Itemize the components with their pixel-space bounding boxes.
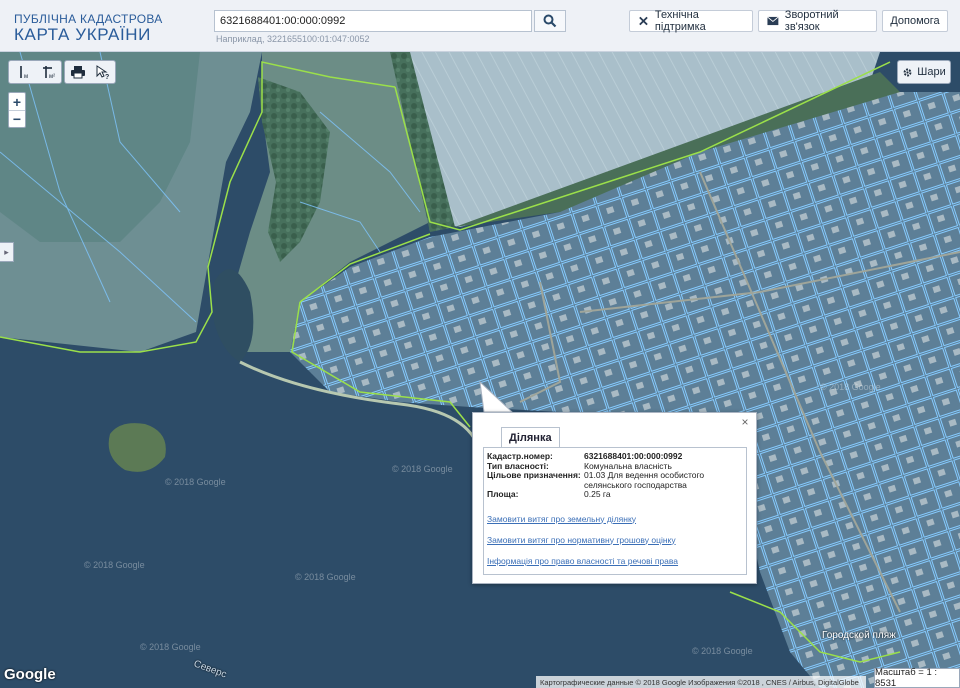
search-button[interactable] <box>534 10 566 32</box>
layers-label: Шари <box>917 66 946 78</box>
order-valuation-extract-link[interactable]: Замовити витяг про нормативну грошову оц… <box>487 535 743 545</box>
google-logo: Google <box>4 666 56 683</box>
search-hint: Наприклад, 3221655100:01:047:0052 <box>216 34 370 44</box>
svg-text:м²: м² <box>49 74 55 80</box>
watermark: © 2018 Google <box>820 382 881 392</box>
gear-icon <box>903 68 912 76</box>
print-button[interactable] <box>66 61 90 83</box>
place-label: Городской пляж <box>822 630 896 641</box>
svg-text:м: м <box>24 74 28 80</box>
row-value: 01.03 Для ведення особистого селянського… <box>584 470 705 490</box>
row-label: Цільове призначення: <box>487 470 581 480</box>
printer-icon <box>71 66 85 79</box>
layers-button[interactable]: Шари <box>897 60 951 84</box>
tab-parcel[interactable]: Ділянка <box>501 427 560 447</box>
feedback-button[interactable]: Зворотний зв'язок <box>758 9 877 33</box>
tech-support-label: Технічна підтримка <box>654 9 706 33</box>
measure-toolbar: м м² <box>8 60 62 84</box>
help-label: Допомога <box>890 15 940 27</box>
parcel-info-panel: Кадастр.номер: 6321688401:00:000:0992 Ти… <box>483 447 747 575</box>
ownership-rights-link[interactable]: Інформація про право власності та речові… <box>487 556 743 566</box>
identify-button[interactable]: ? <box>91 61 115 83</box>
watermark: © 2018 Google <box>84 560 145 570</box>
row-label: Площа: <box>487 489 519 499</box>
ruler-icon: м <box>20 66 28 80</box>
print-info-toolbar: ? <box>64 60 116 84</box>
search-input[interactable] <box>214 10 532 32</box>
scale-indicator: Масштаб = 1 : 8531 <box>874 667 960 688</box>
row-value: 0.25 га <box>584 489 611 499</box>
watermark: © 2018 Google <box>692 646 753 656</box>
watermark: © 2018 Google <box>392 464 453 474</box>
order-parcel-extract-link[interactable]: Замовити витяг про земельну ділянку <box>487 514 743 524</box>
help-button[interactable]: Допомога <box>882 10 948 32</box>
feedback-label: Зворотний зв'язок <box>784 9 839 33</box>
area-icon: м² <box>43 66 55 80</box>
logo-line-2: КАРТА УКРАЇНИ <box>14 25 151 44</box>
watermark: © 2018 Google <box>140 642 201 652</box>
satellite-imagery <box>0 52 960 688</box>
measure-distance-button[interactable]: м <box>11 61 35 83</box>
envelope-icon <box>767 16 779 26</box>
map-attribution: Картографические данные © 2018 Google Из… <box>536 676 866 688</box>
side-panel-toggle[interactable]: ▸ <box>0 242 14 262</box>
parcel-row-purpose: Цільове призначення: 01.03 Для ведення о… <box>487 470 743 490</box>
tools-icon <box>639 16 648 26</box>
measure-area-button[interactable]: м² <box>36 61 60 83</box>
header-bar: ПУБЛІЧНА КАДАСТРОВА КАРТА УКРАЇНИ Наприк… <box>0 0 960 52</box>
parcel-popup: × Ділянка Кадастр.номер: 6321688401:00:0… <box>472 412 757 584</box>
svg-text:?: ? <box>105 74 109 80</box>
logo-line-1: ПУБЛІЧНА КАДАСТРОВА <box>14 12 163 26</box>
search-icon <box>543 14 557 28</box>
zoom-control: + − <box>8 92 26 128</box>
parcel-row-area: Площа: 0.25 га <box>487 489 743 500</box>
watermark: © 2018 Google <box>295 572 356 582</box>
pointer-help-icon: ? <box>96 65 109 80</box>
close-icon[interactable]: × <box>739 416 751 428</box>
zoom-out-button[interactable]: − <box>9 110 25 127</box>
zoom-in-button[interactable]: + <box>9 93 25 110</box>
watermark: © 2018 Google <box>165 477 226 487</box>
tech-support-button[interactable]: Технічна підтримка <box>629 9 753 33</box>
map-view[interactable]: © 2018 Google © 2018 Google © 2018 Googl… <box>0 52 960 688</box>
